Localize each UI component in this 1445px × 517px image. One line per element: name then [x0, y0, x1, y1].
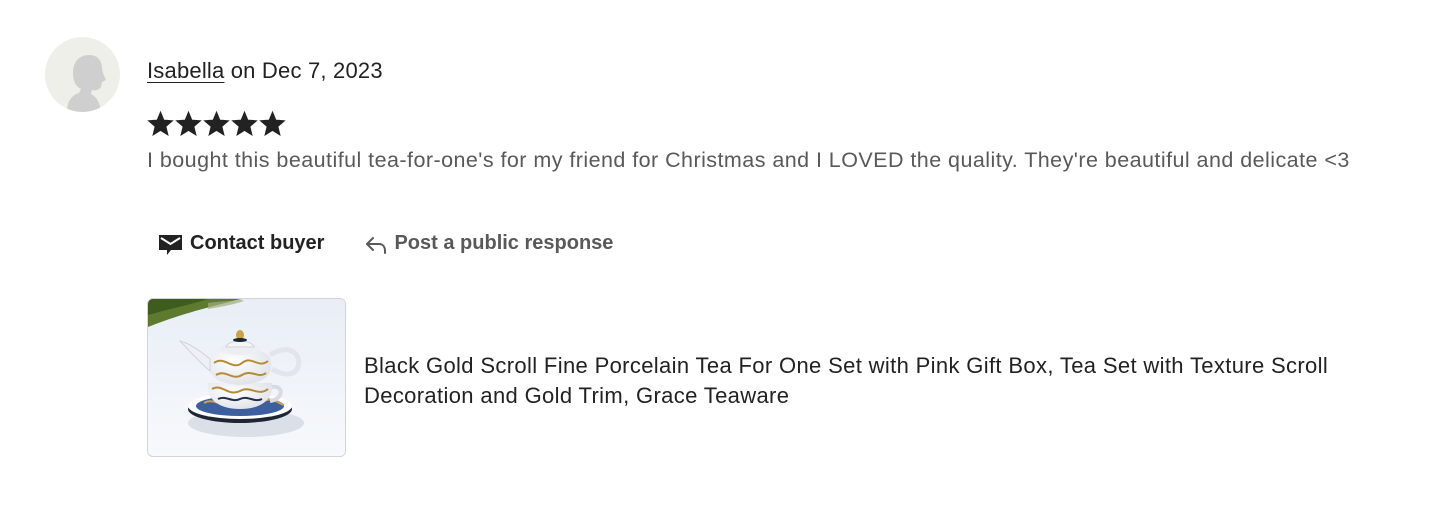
star-filled-icon: [231, 110, 258, 136]
review-actions: Contact buyer Post a public response: [158, 228, 613, 258]
user-silhouette-icon: [67, 55, 106, 112]
contact-buyer-label: Contact buyer: [190, 232, 325, 254]
star-filled-icon: [175, 110, 202, 136]
star-filled-icon: [259, 110, 286, 136]
star-filled-icon: [203, 110, 230, 136]
post-public-response-button[interactable]: Post a public response: [364, 228, 613, 258]
listing-product-image: [148, 299, 345, 456]
listing-title-link[interactable]: Black Gold Scroll Fine Porcelain Tea For…: [364, 351, 1364, 411]
listing-thumbnail[interactable]: [147, 298, 346, 457]
reviewer-avatar[interactable]: [45, 37, 120, 112]
review-card: Isabella on Dec 7, 2023 I bought this be…: [0, 0, 1445, 517]
review-text: I bought this beautiful tea-for-one's fo…: [147, 148, 1350, 172]
star-filled-icon: [147, 110, 174, 136]
star-rating: [147, 110, 286, 138]
review-byline: Isabella on Dec 7, 2023: [147, 56, 383, 86]
reviewer-name-link[interactable]: Isabella: [147, 58, 224, 83]
envelope-message-icon: [159, 234, 182, 255]
contact-buyer-button[interactable]: Contact buyer: [158, 228, 324, 258]
reply-arrow-icon: [366, 237, 387, 254]
post-public-response-label: Post a public response: [394, 232, 614, 254]
review-date: on Dec 7, 2023: [224, 58, 383, 83]
